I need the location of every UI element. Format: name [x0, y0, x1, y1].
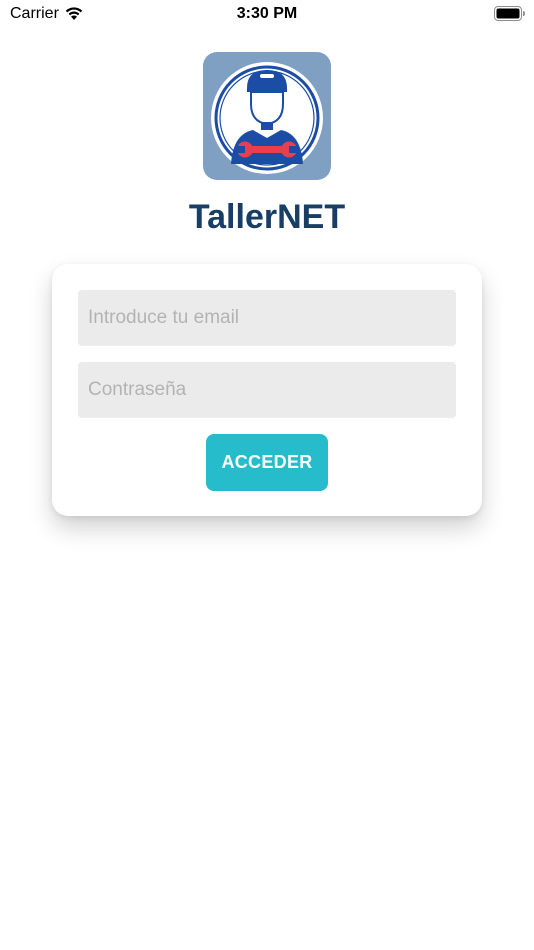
app-logo [203, 52, 331, 180]
login-card: ACCEDER [52, 264, 482, 516]
battery-icon [494, 6, 526, 26]
password-field[interactable] [78, 362, 456, 418]
app-title: TallerNET [188, 198, 346, 236]
login-button[interactable]: ACCEDER [206, 434, 328, 491]
email-field[interactable] [78, 290, 456, 346]
status-bar: Carrier 3:30 PM [0, 0, 534, 28]
mechanic-logo-icon [211, 62, 323, 174]
clock-label: 3:30 PM [236, 5, 298, 22]
